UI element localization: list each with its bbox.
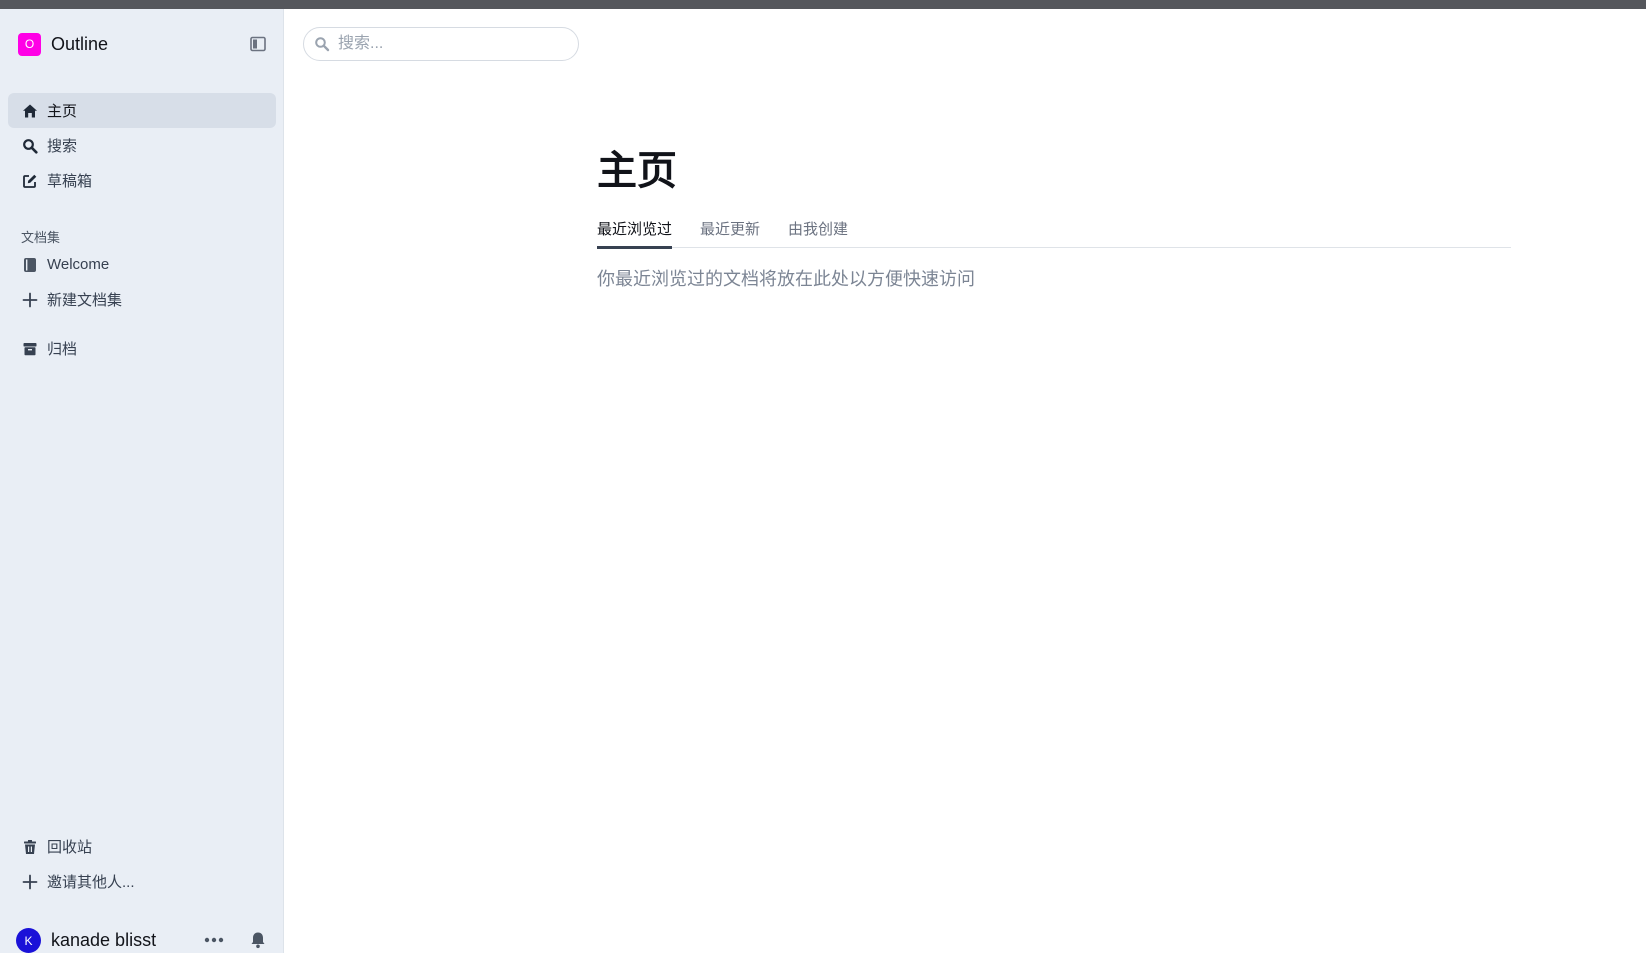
tab-created-by-me[interactable]: 由我创建	[788, 218, 848, 246]
nav-trash-label: 回收站	[47, 839, 93, 856]
nav-home[interactable]: 主页	[8, 93, 276, 128]
search-icon	[315, 37, 330, 52]
collections-section-label: 文档集	[21, 230, 61, 245]
collapse-sidebar-button[interactable]	[249, 35, 267, 53]
search-bar[interactable]	[303, 27, 579, 61]
nav-home-label: 主页	[47, 103, 78, 120]
collection-welcome-label: Welcome	[47, 256, 110, 273]
tab-recently-viewed[interactable]: 最近浏览过	[597, 218, 673, 249]
nav-search[interactable]: 搜索	[8, 128, 276, 163]
nav-drafts-label: 草稿箱	[47, 173, 93, 190]
nav-archive[interactable]: 归档	[8, 331, 276, 366]
sidebar: O Outline 主页 搜索 草稿箱 文档集 Welcome 新建文档集 归档…	[0, 9, 284, 953]
home-icon	[21, 102, 39, 120]
nav-trash[interactable]: 回收站	[8, 829, 276, 864]
avatar: K	[16, 928, 41, 953]
more-options-button[interactable]	[202, 930, 226, 950]
user-name: kanade blisst	[51, 930, 157, 950]
new-collection-button[interactable]: 新建文档集	[8, 282, 276, 317]
invite-people-label: 邀请其他人...	[47, 874, 135, 891]
plus-icon	[21, 873, 39, 891]
team-logo: O	[18, 32, 41, 56]
plus-icon	[21, 291, 39, 309]
trash-icon	[21, 838, 39, 856]
nav-drafts[interactable]: 草稿箱	[8, 163, 276, 198]
team-switcher[interactable]: O Outline	[18, 32, 108, 56]
book-icon	[21, 256, 39, 274]
tab-recently-updated[interactable]: 最近更新	[700, 218, 760, 246]
search-icon	[21, 137, 39, 155]
window-top-bar	[0, 0, 1646, 9]
bell-icon	[251, 932, 265, 949]
search-input[interactable]	[336, 34, 560, 54]
notifications-button[interactable]	[247, 929, 269, 951]
team-name: Outline	[51, 33, 109, 54]
home-tabs: 最近浏览过 最近更新 由我创建	[597, 218, 1511, 249]
more-icon	[204, 937, 224, 943]
nav-archive-label: 归档	[47, 341, 78, 358]
sidebar-toggle-icon	[250, 36, 266, 52]
collection-welcome[interactable]: Welcome	[8, 247, 276, 282]
new-collection-label: 新建文档集	[47, 292, 123, 309]
nav-search-label: 搜索	[47, 138, 78, 155]
page-title: 主页	[597, 149, 677, 193]
invite-people-button[interactable]: 邀请其他人...	[8, 864, 276, 899]
empty-state-message: 你最近浏览过的文档将放在此处以方便快速访问	[597, 269, 975, 289]
archive-icon	[21, 340, 39, 358]
user-menu[interactable]: K kanade blisst	[16, 928, 156, 953]
edit-icon	[21, 172, 39, 190]
